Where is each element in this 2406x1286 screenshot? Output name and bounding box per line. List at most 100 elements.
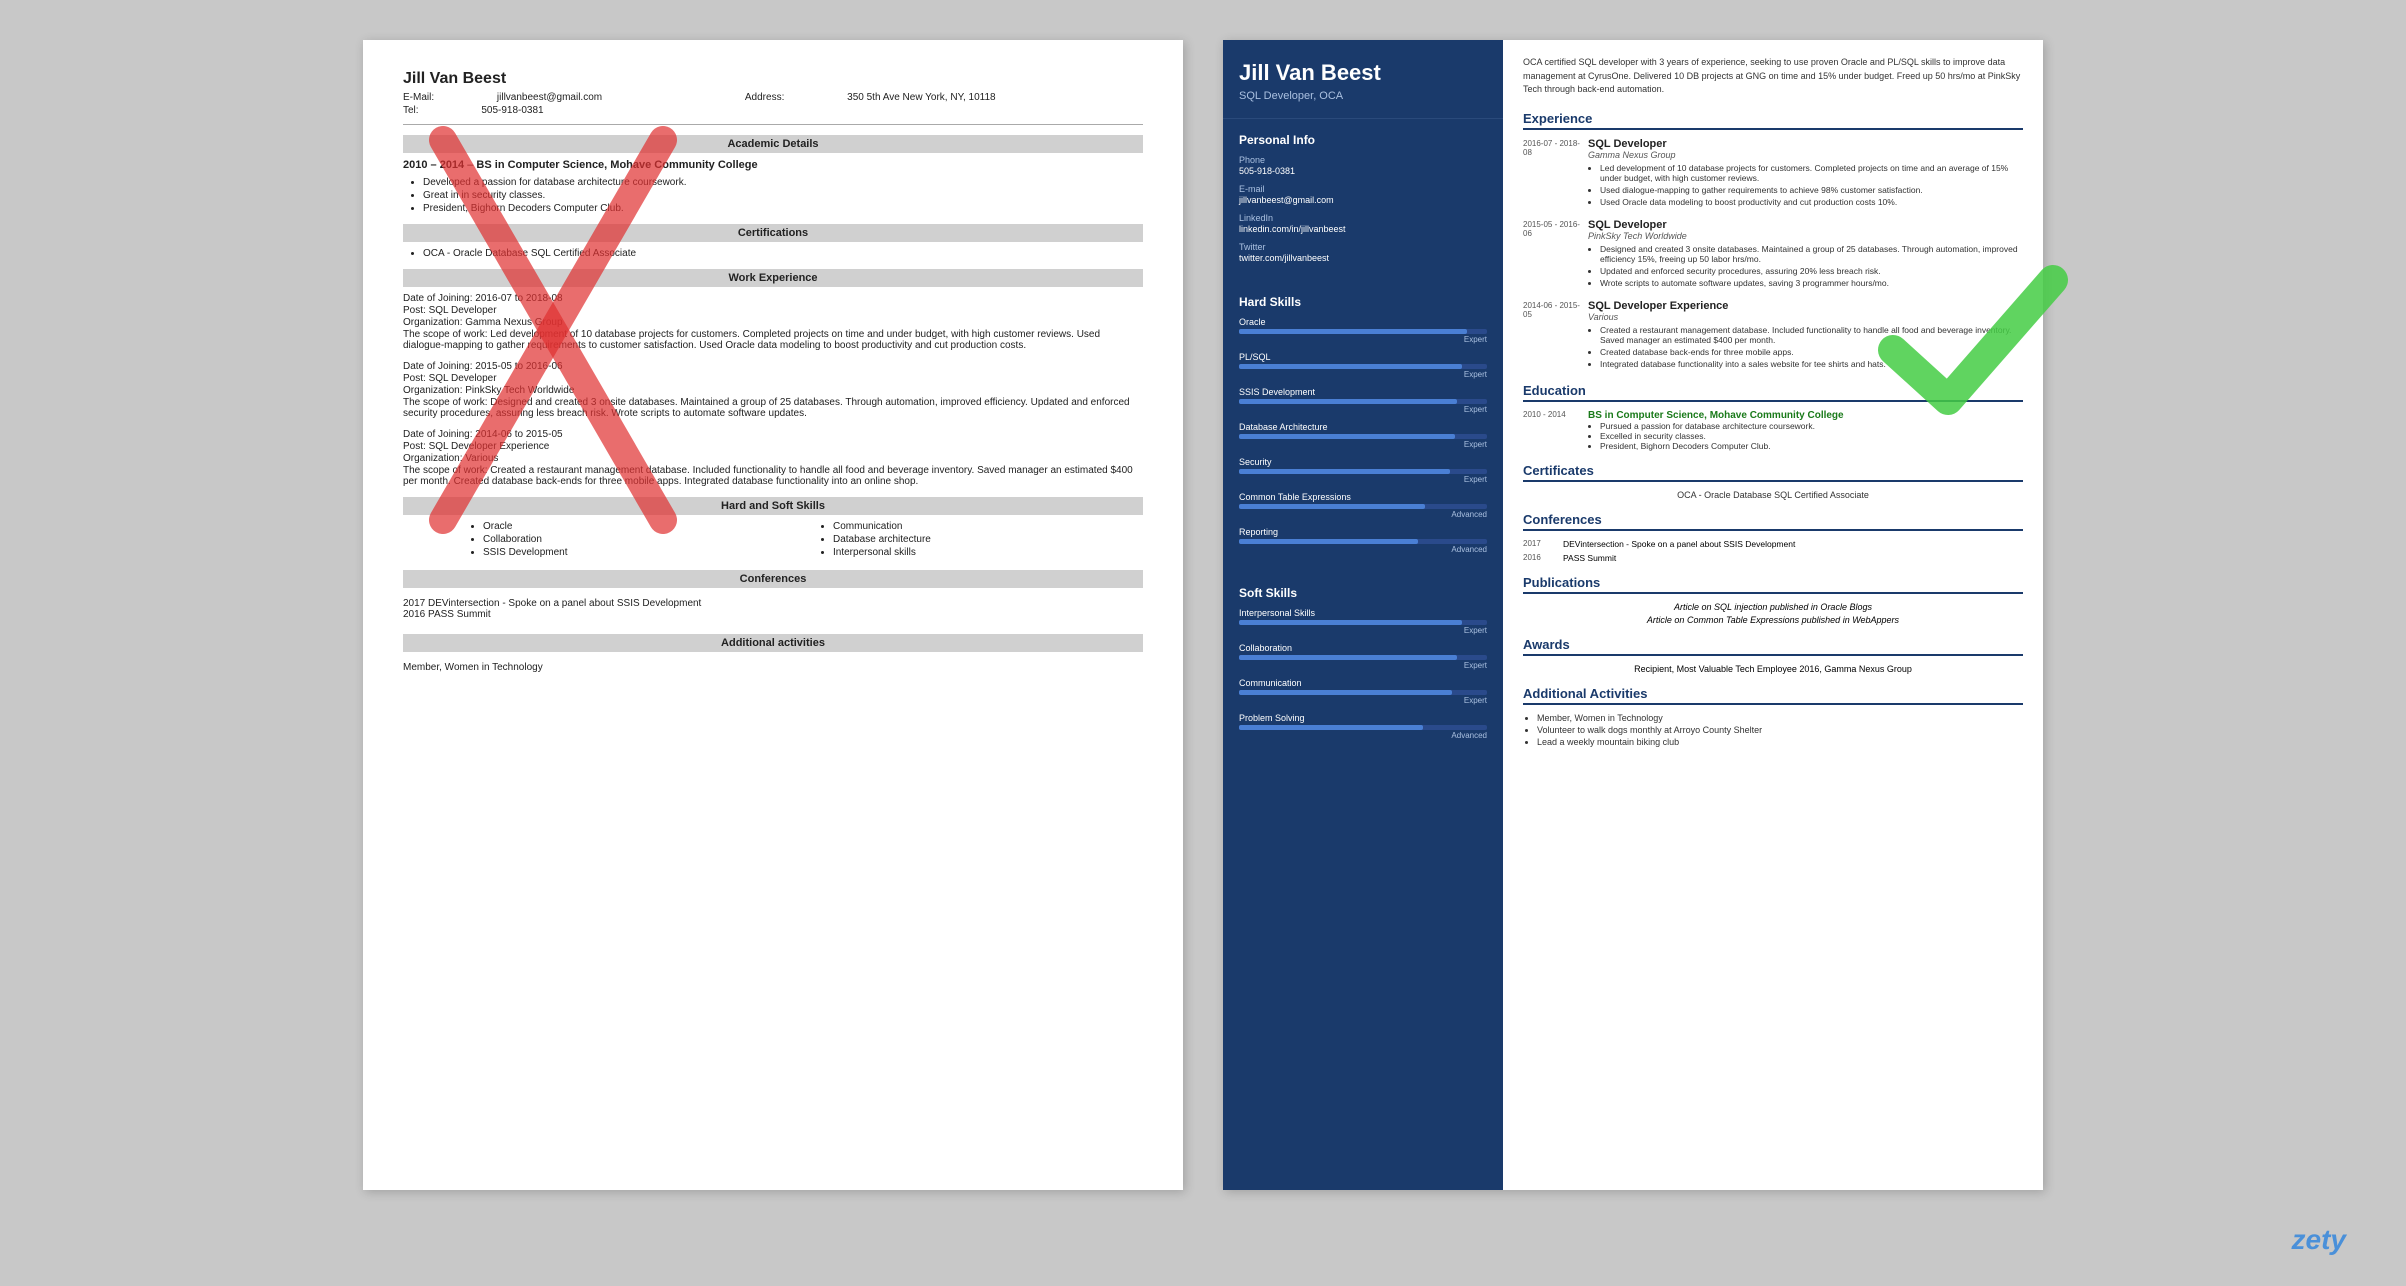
exp1-b1: Updated and enforced security procedures… [1600,266,2023,276]
award-0: Recipient, Most Valuable Tech Employee 2… [1523,664,2023,674]
hard-skill-6: Reporting Advanced [1239,527,1487,554]
edu-bullets: Pursued a passion for database architect… [1588,421,2023,451]
ss0-bar-bg [1239,620,1487,625]
skills-list: Oracle Collaboration SSIS Development Co… [403,521,1143,560]
skill-4: Communication [833,521,1143,532]
hs6-bar-bg [1239,539,1487,544]
hs5-level: Advanced [1239,510,1487,519]
sidebar-header: Jill Van Beest SQL Developer, OCA [1223,40,1503,119]
exp1-b0: Designed and created 3 onsite databases.… [1600,244,2023,264]
edu-bullet-2: Great in in security classes. [423,190,1143,201]
hs6-level: Advanced [1239,545,1487,554]
conf-1: 2017 DEVintersection - Spoke on a panel … [403,598,1143,609]
ss0-name: Interpersonal Skills [1239,608,1487,618]
exp1-title: SQL Developer [1588,219,2023,231]
exp0-b1: Used dialogue-mapping to gather requirem… [1600,185,2023,195]
hs2-level: Expert [1239,405,1487,414]
work-entry-1: Date of Joining: 2016-07 to 2018-08 Post… [403,293,1143,351]
right-name: Jill Van Beest [1239,60,1487,86]
exp0-b2: Used Oracle data modeling to boost produ… [1600,197,2023,207]
ss3-bar-fill [1239,725,1423,730]
hs4-bar-fill [1239,469,1450,474]
soft-skill-0: Interpersonal Skills Expert [1239,608,1487,635]
edu-right-entry: 2010 - 2014 BS in Computer Science, Moha… [1523,410,2023,451]
edu-section-title: Education [1523,383,2023,402]
right-sidebar: Jill Van Beest SQL Developer, OCA Person… [1223,40,1503,1190]
conf1-desc: PASS Summit [1563,553,2023,563]
linkedin-field: LinkedIn linkedin.com/in/jillvanbeest [1239,213,1487,234]
hs3-bar-bg [1239,434,1487,439]
pub-1: Article on Common Table Expressions publ… [1523,615,2023,625]
email-field: E-mail jillvanbeest@gmail.com [1239,184,1487,205]
exp2-title: SQL Developer Experience [1588,300,2023,312]
ss1-bar-bg [1239,655,1487,660]
ss1-bar-fill [1239,655,1457,660]
tel-label: Tel: [403,105,419,116]
resume-right: Jill Van Beest SQL Developer, OCA Person… [1223,40,2043,1190]
cert-right-title: Certificates [1523,463,2023,482]
addl-r1: Volunteer to walk dogs monthly at Arroyo… [1537,725,2023,735]
personal-info-title: Personal Info [1239,133,1487,147]
email-value-r: jillvanbeest@gmail.com [1239,195,1487,205]
exp0-content: SQL Developer Gamma Nexus Group Led deve… [1588,138,2023,209]
soft-skill-2: Communication Expert [1239,678,1487,705]
linkedin-label: LinkedIn [1239,213,1487,223]
twitter-field: Twitter twitter.com/jillvanbeest [1239,242,1487,263]
edu-b1: Excelled in security classes. [1600,431,2023,441]
conf-right-0: 2017 DEVintersection - Spoke on a panel … [1523,539,2023,549]
conf0-desc: DEVintersection - Spoke on a panel about… [1563,539,2023,549]
phone-field: Phone 505-918-0381 [1239,155,1487,176]
soft-skill-1: Collaboration Expert [1239,643,1487,670]
conf0-year: 2017 [1523,539,1563,549]
hard-skill-3: Database Architecture Expert [1239,422,1487,449]
ss2-bar-bg [1239,690,1487,695]
conf-2: 2016 PASS Summit [403,609,1143,620]
skill-6: Interpersonal skills [833,547,1143,558]
left-name: Jill Van Beest [403,70,1143,88]
exp1-content: SQL Developer PinkSky Tech Worldwide Des… [1588,219,2023,290]
hs3-name: Database Architecture [1239,422,1487,432]
exp1-company: PinkSky Tech Worldwide [1588,231,2023,241]
addl-1: Member, Women in Technology [403,662,1143,673]
academic-section-title: Academic Details [403,135,1143,153]
cert-list: OCA - Oracle Database SQL Certified Asso… [403,248,1143,259]
exp1-bullets: Designed and created 3 onsite databases.… [1588,244,2023,288]
edu-b0: Pursued a passion for database architect… [1600,421,2023,431]
work-section-title: Work Experience [403,269,1143,287]
award-section-title: Awards [1523,637,2023,656]
ss2-name: Communication [1239,678,1487,688]
skill-5: Database architecture [833,534,1143,545]
ss2-level: Expert [1239,696,1487,705]
edu-bullet-1: Developed a passion for database archite… [423,177,1143,188]
hs2-bar-fill [1239,399,1457,404]
exp1-dates: 2015-05 - 2016-06 [1523,219,1588,290]
ss3-level: Advanced [1239,731,1487,740]
addl-right-title: Additional Activities [1523,686,2023,705]
tel-value: 505-918-0381 [481,105,543,116]
hard-skills-title: Hard Skills [1239,295,1487,309]
hs1-name: PL/SQL [1239,352,1487,362]
ss3-bar-bg [1239,725,1487,730]
edu-bullet-3: President, Bighorn Decoders Computer Clu… [423,203,1143,214]
exp-section-title: Experience [1523,111,2023,130]
hs1-level: Expert [1239,370,1487,379]
phone-label: Phone [1239,155,1487,165]
edu-bullets: Developed a passion for database archite… [403,177,1143,214]
cert-item-1: OCA - Oracle Database SQL Certified Asso… [423,248,1143,259]
work1-scope: The scope of work: Led development of 10… [403,329,1143,351]
skills-section-title: Hard and Soft Skills [403,497,1143,515]
hs5-name: Common Table Expressions [1239,492,1487,502]
hs0-bar-bg [1239,329,1487,334]
hs3-level: Expert [1239,440,1487,449]
hs1-bar-bg [1239,364,1487,369]
exp2-b0: Created a restaurant management database… [1600,325,2023,345]
conf-section-title: Conferences [403,570,1143,588]
hs1-bar-fill [1239,364,1462,369]
zety-watermark: zety [2292,1224,2346,1256]
exp0-company: Gamma Nexus Group [1588,150,2023,160]
resume-left: Jill Van Beest E-Mail: jillvanbeest@gmai… [363,40,1183,1190]
addl-r0: Member, Women in Technology [1537,713,2023,723]
exp2-company: Various [1588,312,2023,322]
email-label: E-Mail: [403,92,434,103]
hard-skill-5: Common Table Expressions Advanced [1239,492,1487,519]
